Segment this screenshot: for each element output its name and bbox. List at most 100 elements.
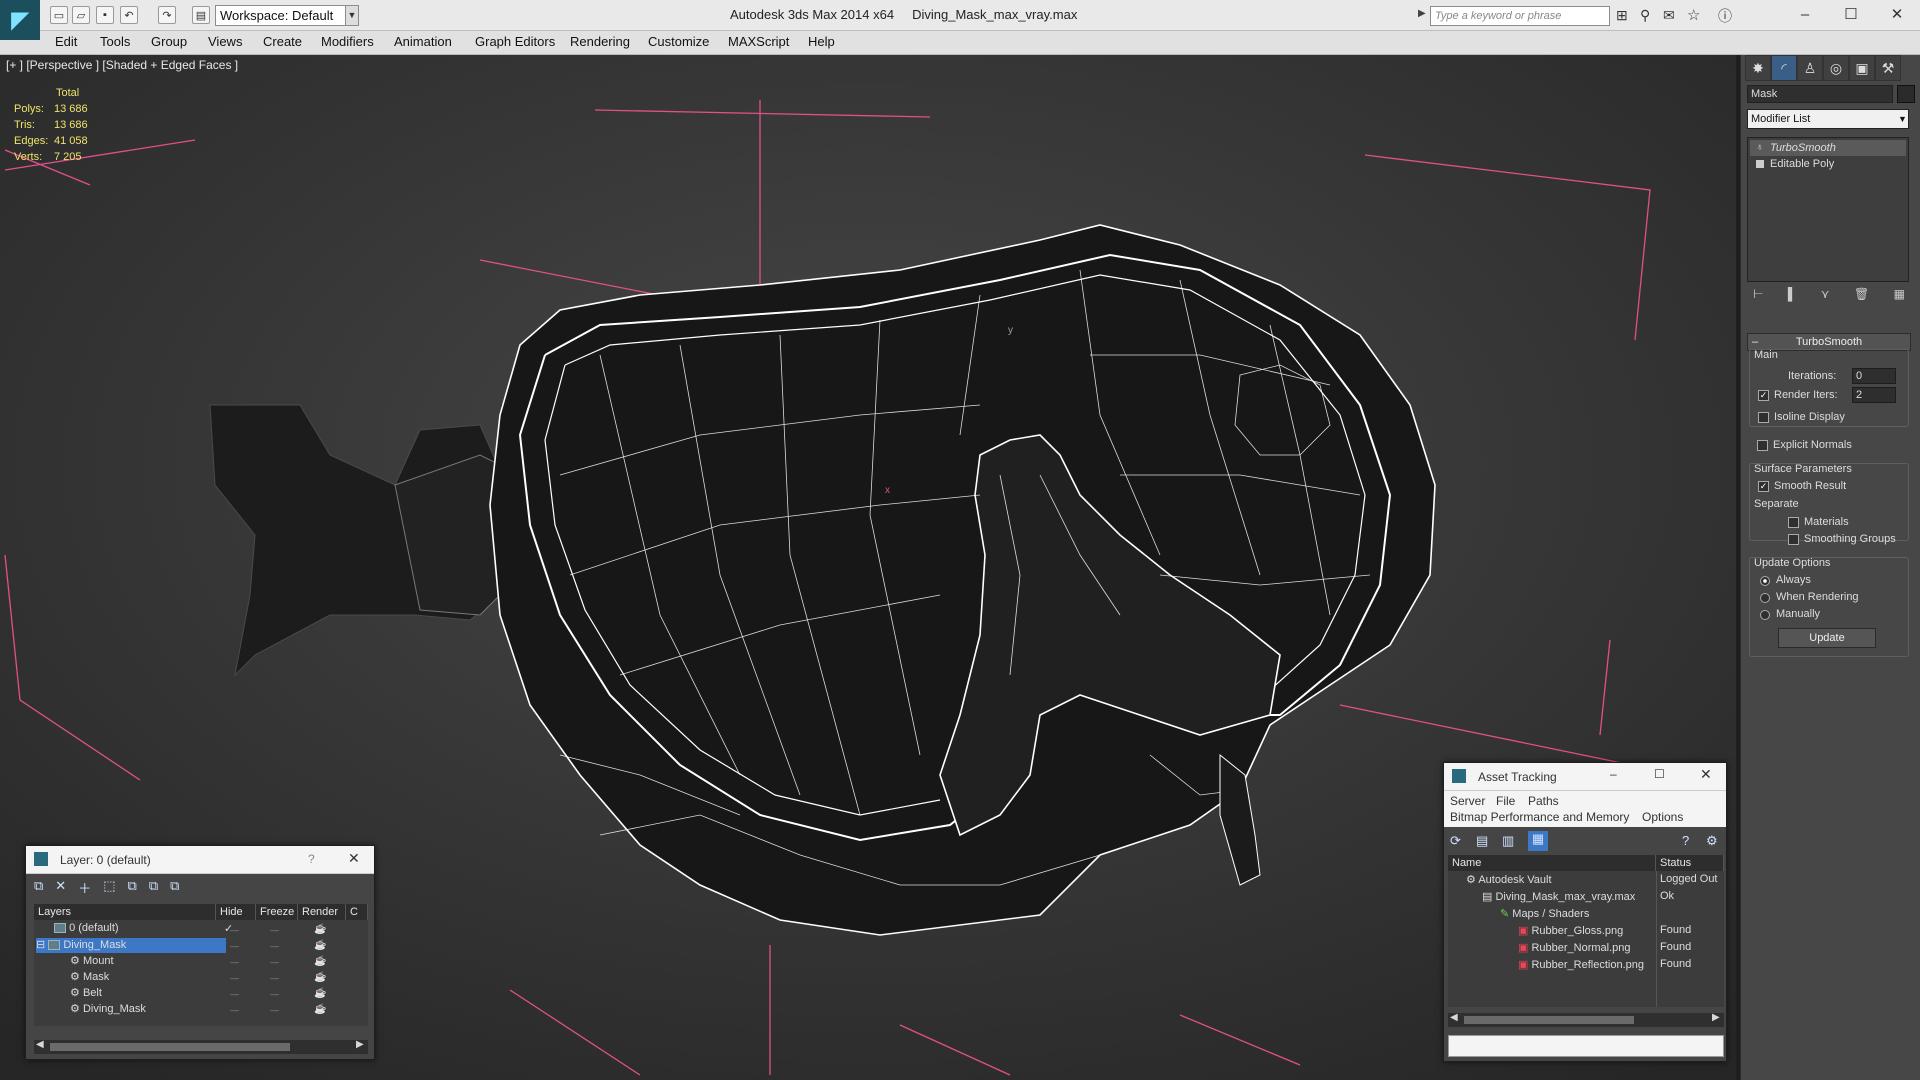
layer-scrollbar[interactable]: ◀ ▶ [34,1039,368,1054]
when-rendering-radio[interactable] [1760,593,1770,603]
object-color-swatch[interactable] [1897,85,1915,103]
col-status[interactable]: Status [1656,855,1724,871]
list-item[interactable]: ⊟ Diving_Mask [36,938,226,953]
create-tab-icon[interactable]: ✸ [1745,55,1771,81]
close-icon[interactable]: ✕ [348,850,360,867]
manually-radio[interactable] [1760,610,1770,620]
project-folder-icon[interactable]: ▤ [192,6,210,24]
make-unique-icon[interactable]: ⋎ [1821,287,1830,309]
stack-item-turbosmooth[interactable]: ♁ TurboSmooth [1750,140,1906,156]
col-freeze[interactable]: Freeze [256,904,298,920]
maximize-icon[interactable]: ☐ [1828,3,1874,27]
chevron-down-icon[interactable]: ▼ [1897,110,1908,128]
menu-group[interactable]: Group [151,34,187,49]
chevron-down-icon[interactable]: ▼ [345,5,359,26]
freeze-column[interactable]: — — — — — — [270,922,300,1022]
menu-paths[interactable]: Paths [1528,794,1559,808]
close-icon[interactable]: ✕ [1874,3,1920,27]
pin-stack-icon[interactable]: ⊢ [1753,287,1763,309]
refresh-icon[interactable]: ⟳ [1450,833,1461,849]
smoothing-groups-checkbox[interactable] [1788,534,1799,545]
favorites-star-icon[interactable]: ☆ [1687,6,1700,24]
table-row[interactable]: ⚙ Autodesk Vault [1466,873,1552,886]
explicit-normals-checkbox[interactable] [1757,440,1768,451]
motion-tab-icon[interactable]: ◎ [1823,55,1849,81]
col-color[interactable]: C [346,904,368,920]
hide-column[interactable]: — — — — — — [230,922,260,1022]
menu-tools[interactable]: Tools [100,34,130,49]
isoline-display-checkbox[interactable] [1758,412,1769,423]
save-file-icon[interactable]: ▪ [96,6,114,24]
table-row[interactable]: ✎ Maps / Shaders [1500,907,1589,920]
freeze-all-icon[interactable]: ⧉ [170,878,179,898]
scroll-right-icon[interactable]: ▶ [356,1039,364,1050]
lightbulb-icon[interactable]: ♁ [1756,140,1764,156]
col-hide[interactable]: Hide [216,904,256,920]
stack-toggle-icon[interactable] [1756,160,1764,168]
always-radio[interactable] [1760,576,1770,586]
materials-checkbox[interactable] [1788,517,1799,528]
update-button[interactable]: Update [1778,628,1876,648]
redo-icon[interactable]: ↷ [158,6,176,24]
tree-view-icon[interactable]: ▥ [1502,833,1514,849]
modifier-list-dropdown[interactable]: Modifier List [1747,109,1909,129]
communication-icon[interactable]: ✉ [1663,7,1675,24]
list-view-icon[interactable]: ▤ [1476,833,1488,849]
search-expand-icon[interactable]: ▶ [1418,8,1426,19]
asset-path-field[interactable] [1448,1035,1724,1057]
col-layers[interactable]: Layers [34,904,216,920]
layer-window-titlebar[interactable]: Layer: 0 (default) ? ✕ [26,846,374,874]
scroll-right-icon[interactable]: ▶ [1712,1012,1720,1023]
menu-help[interactable]: Help [808,34,835,49]
menu-bitmap-performance[interactable]: Bitmap Performance and Memory [1450,810,1629,824]
menu-graph-editors[interactable]: Graph Editors [475,34,555,49]
render-iters-checkbox[interactable]: ✓ [1758,390,1769,401]
scroll-thumb[interactable] [1464,1016,1634,1024]
iterations-spinner[interactable]: 0 [1852,368,1896,384]
viewport-label[interactable]: [+ ] [Perspective ] [Shaded + Edged Face… [6,58,238,72]
minimize-icon[interactable]: – [1782,3,1828,27]
col-render[interactable]: Render [298,904,346,920]
list-item[interactable]: 0 (default) ✓ [54,922,354,937]
scroll-thumb[interactable] [50,1043,290,1051]
app-menu-icon[interactable]: ◤ [0,0,40,40]
scroll-left-icon[interactable]: ◀ [1450,1012,1458,1023]
menu-views[interactable]: Views [208,34,242,49]
menu-options[interactable]: Options [1642,810,1683,824]
select-objects-icon[interactable]: ⬚ [103,878,115,898]
show-end-result-icon[interactable]: ▌ [1788,287,1797,309]
help-icon[interactable]: ⓘ [1718,6,1732,26]
help-button[interactable]: ? [308,852,315,866]
table-row[interactable]: ▣ Rubber_Gloss.png [1518,924,1623,937]
create-layer-icon[interactable]: ⧉ [34,878,43,898]
menu-maxscript[interactable]: MAXScript [728,34,789,49]
asset-window-titlebar[interactable]: Asset Tracking – ☐ ✕ [1444,763,1726,791]
table-row[interactable]: ▤ Diving_Mask_max_vray.max [1482,890,1635,903]
close-icon[interactable]: ✕ [1700,766,1712,783]
menu-modifiers[interactable]: Modifiers [321,34,374,49]
menu-edit[interactable]: Edit [55,34,77,49]
settings-icon[interactable]: ⚙ [1706,833,1718,849]
table-row[interactable]: ▣ Rubber_Reflection.png [1518,958,1644,971]
delete-layer-icon[interactable]: ✕ [55,878,66,898]
menu-server[interactable]: Server [1450,794,1485,808]
search-input[interactable]: Type a keyword or phrase [1430,6,1610,26]
configure-modifier-sets-icon[interactable]: ▦ [1894,287,1905,309]
menu-rendering[interactable]: Rendering [570,34,630,49]
minimize-icon[interactable]: – [1610,767,1617,781]
new-file-icon[interactable]: ▭ [50,6,68,24]
collapse-icon[interactable]: – [1752,334,1758,350]
help-icon[interactable]: ? [1682,833,1689,848]
binoculars-icon[interactable]: ⊞ [1616,7,1628,24]
modify-tab-icon[interactable]: ◜ [1771,55,1797,81]
highlight-layer-icon[interactable]: ⧉ [128,878,137,898]
render-column[interactable]: ☕ ☕ ☕ ☕ ☕ ☕ [314,922,344,1022]
collapse-icon[interactable]: ⊟ [36,939,45,951]
maximize-icon[interactable]: ☐ [1654,767,1665,781]
render-iters-spinner[interactable]: 2 [1852,387,1896,403]
menu-animation[interactable]: Animation [394,34,452,49]
menu-file[interactable]: File [1496,794,1515,808]
subscription-icon[interactable]: ⚲ [1640,7,1650,24]
menu-create[interactable]: Create [263,34,302,49]
object-name-field[interactable]: Mask [1747,85,1893,103]
